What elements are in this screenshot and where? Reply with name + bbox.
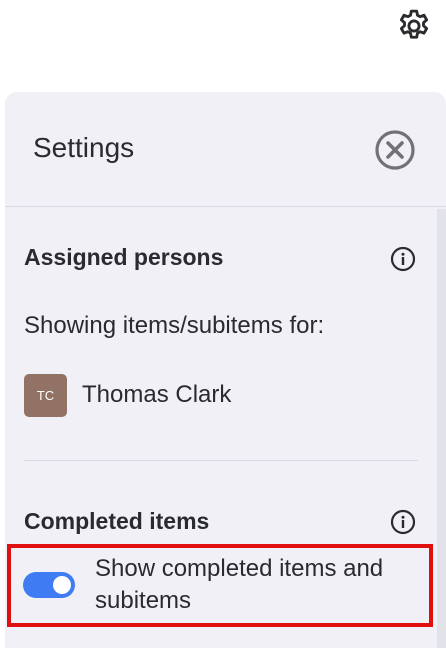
toggle-knob <box>53 576 71 594</box>
showing-items-text: Showing items/subitems for: <box>24 312 325 339</box>
info-icon <box>390 509 416 535</box>
settings-gear-button[interactable] <box>392 4 436 48</box>
assigned-persons-info-button[interactable] <box>389 245 417 273</box>
assigned-persons-heading: Assigned persons <box>24 244 224 270</box>
show-completed-toggle[interactable] <box>23 572 75 598</box>
show-completed-label: Show completed items and subitems <box>95 555 384 614</box>
section-divider <box>24 460 418 461</box>
scrollbar[interactable] <box>437 209 446 648</box>
settings-panel: Settings Assigned persons Showing items/… <box>5 92 446 648</box>
show-completed-row: Show completed items and subitems <box>7 545 433 625</box>
avatar: TC <box>24 373 67 417</box>
gear-icon <box>399 9 429 39</box>
panel-title: Settings <box>33 132 135 163</box>
completed-items-heading: Completed items <box>24 508 210 534</box>
person-name: Thomas Clark <box>82 381 232 408</box>
info-icon <box>390 246 416 272</box>
panel-header: Settings <box>5 92 446 207</box>
close-circle-icon <box>375 130 415 170</box>
assigned-person[interactable]: TC Thomas Clark <box>24 373 231 417</box>
close-button[interactable] <box>373 128 417 172</box>
completed-items-info-button[interactable] <box>389 508 417 536</box>
